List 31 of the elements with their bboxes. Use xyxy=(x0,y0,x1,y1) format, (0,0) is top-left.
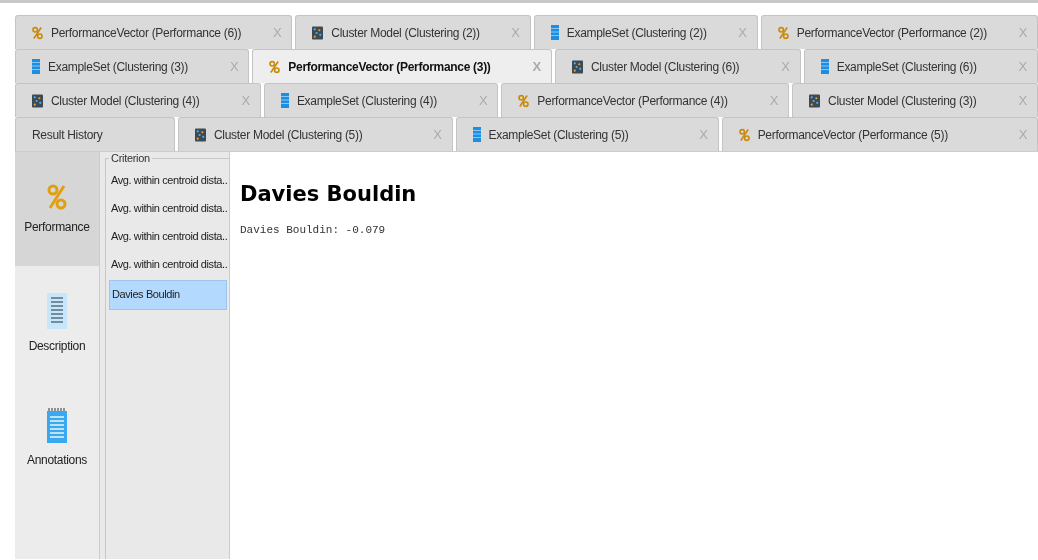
view-button[interactable]: Annotations xyxy=(15,380,99,494)
result-tab[interactable]: PerformanceVector (Performance (3)) X xyxy=(252,49,552,83)
table-icon xyxy=(472,127,481,142)
cluster-icon xyxy=(195,127,206,142)
detail-title: Davies Bouldin xyxy=(240,182,418,206)
table-icon xyxy=(32,59,40,74)
table-icon xyxy=(820,59,829,74)
criterion-item[interactable]: Davies Bouldin xyxy=(109,280,228,310)
cluster-icon xyxy=(571,59,583,74)
criterion-title: Criterion xyxy=(110,152,151,164)
criterion-item[interactable]: Avg. within centroid dista.. xyxy=(109,252,228,280)
percent-icon xyxy=(738,127,750,142)
percent-icon xyxy=(777,25,789,40)
document-icon xyxy=(47,293,67,329)
percent-icon xyxy=(518,93,530,108)
criterion-item[interactable]: Avg. within centroid dista.. xyxy=(109,196,228,224)
result-tab[interactable]: Result History xyxy=(15,117,175,151)
percent-icon xyxy=(47,184,67,210)
cluster-icon xyxy=(809,93,821,108)
cluster-icon xyxy=(312,25,324,40)
criterion-item[interactable]: Avg. within centroid dista.. xyxy=(109,224,228,252)
detail-text: Davies Bouldin: -0.079 xyxy=(240,224,387,236)
percent-icon xyxy=(269,59,281,74)
view-button[interactable]: Performance xyxy=(15,152,99,266)
percent-icon xyxy=(32,25,43,40)
table-icon xyxy=(280,93,289,108)
cluster-icon xyxy=(32,93,43,108)
table-icon xyxy=(550,25,559,40)
view-button[interactable]: Description xyxy=(15,266,99,380)
notepad-icon xyxy=(47,407,67,443)
criterion-item[interactable]: Avg. within centroid dista.. xyxy=(109,168,228,196)
